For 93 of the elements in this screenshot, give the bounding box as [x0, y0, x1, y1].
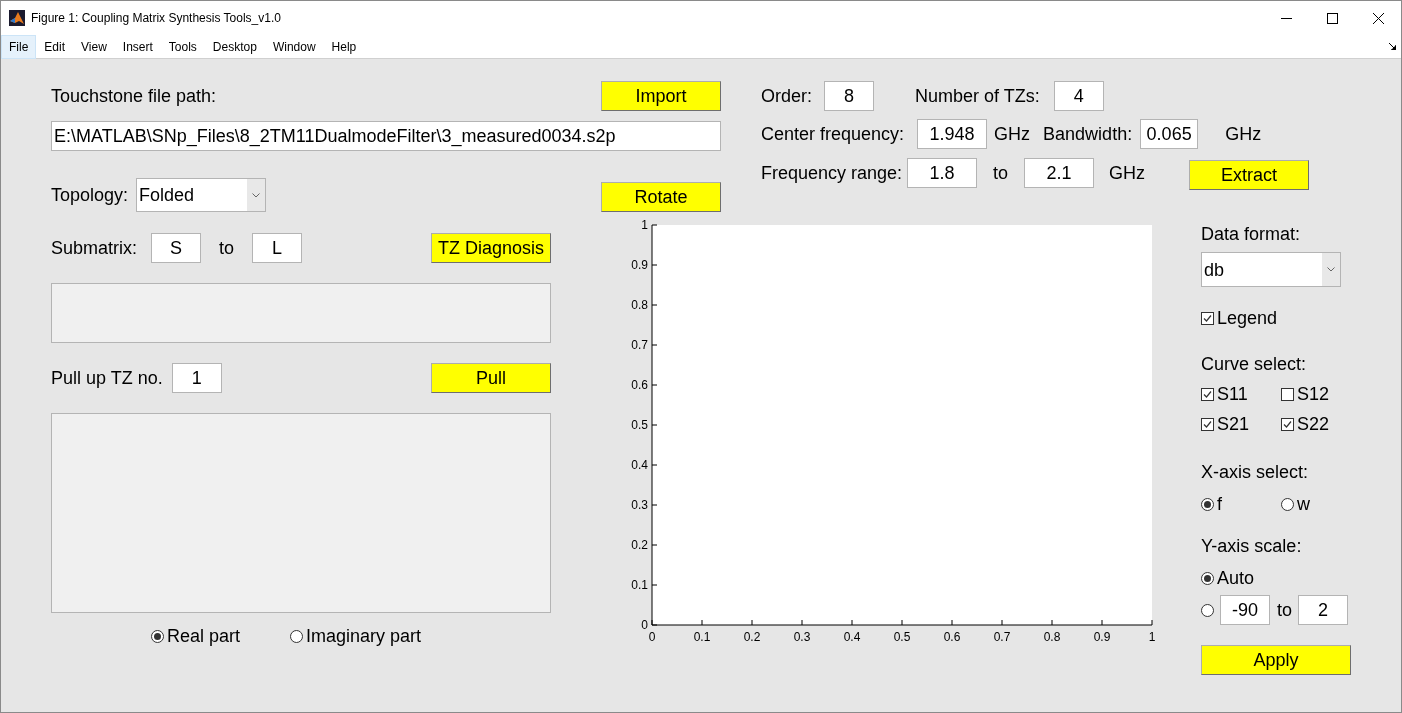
field-label: Topology: — [51, 186, 129, 204]
y-tick-label: 0 — [641, 618, 648, 632]
y-max-field[interactable]: 2 — [1298, 595, 1348, 625]
field-label: Frequency range: — [761, 164, 903, 182]
order-field[interactable]: 8 — [824, 81, 874, 111]
radio-selected-icon[interactable] — [1201, 497, 1214, 511]
field-label: to — [993, 164, 1009, 182]
field-label: Data format: — [1201, 225, 1302, 243]
x-tick-label: 0.3 — [793, 630, 811, 644]
radio-selected-icon[interactable] — [151, 629, 164, 643]
pull-button[interactable]: Pull — [431, 363, 551, 393]
menu-item[interactable]: View — [73, 34, 115, 59]
rotate-button[interactable]: Rotate — [601, 182, 721, 212]
x-tick-label: 0.9 — [1093, 630, 1111, 644]
menu-item[interactable]: Edit — [36, 34, 74, 59]
unit-label: GHz — [1225, 125, 1262, 143]
menu-item[interactable]: Help — [323, 34, 365, 59]
checkbox[interactable]: S12 — [1281, 385, 1351, 403]
checkmark-icon — [1201, 417, 1214, 431]
y-tick-label: 0.9 — [631, 258, 648, 272]
import-button[interactable]: Import — [601, 81, 721, 111]
radio-empty-icon[interactable] — [1281, 497, 1294, 511]
field-label: Order: — [761, 87, 812, 105]
tz-diagnosis-button[interactable]: TZ Diagnosis — [431, 233, 551, 263]
empty-box-icon — [1281, 387, 1294, 401]
y-tick-label: 1 — [641, 218, 648, 232]
data-format-dropdown[interactable]: db — [1201, 252, 1341, 287]
range-end-field[interactable]: 2.1 — [1024, 158, 1095, 188]
menu-item[interactable]: Desktop — [204, 34, 265, 59]
x-tick-label: 0.4 — [843, 630, 861, 644]
field-label: Submatrix: — [51, 239, 138, 257]
radio-empty-icon[interactable] — [1201, 603, 1214, 617]
radio-option[interactable]: Imaginary part — [290, 627, 422, 645]
apply-button[interactable]: Apply — [1201, 645, 1351, 675]
y-tick-label: 0.4 — [631, 458, 648, 472]
field-label: to — [219, 239, 235, 257]
field-label: Bandwidth: — [1043, 125, 1133, 143]
submatrix-start-field[interactable]: S — [151, 233, 202, 263]
radio-option[interactable]: Real part — [151, 627, 241, 645]
window-title: Figure 1: Coupling Matrix Synthesis Tools_v1.0 — [31, 10, 281, 27]
submatrix-end-field[interactable]: L — [252, 233, 303, 263]
x-tick-label: 1 — [1148, 630, 1156, 644]
checkbox[interactable]: S22 — [1281, 415, 1351, 433]
section-label: Y-axis scale: — [1201, 537, 1303, 555]
menu-item[interactable]: Insert — [114, 34, 161, 59]
menu-item[interactable]: Window — [264, 34, 324, 59]
app-logo-icon — [9, 10, 25, 26]
y-tick-label: 0.1 — [631, 578, 648, 592]
x-tick-label: 0.6 — [943, 630, 961, 644]
file-path-field[interactable]: E:\MATLAB\SNp_Files\8_2TM11DualmodeFilter\3_measured0034.s2p — [51, 121, 721, 151]
field-label: Touchstone file path: — [51, 87, 217, 105]
checkbox[interactable]: S11 — [1201, 385, 1281, 403]
x-tick-label: 0.8 — [1043, 630, 1061, 644]
field-label: Number of TZs: — [915, 87, 1040, 105]
y-tick-label: 0.3 — [631, 498, 648, 512]
y-tick-label: 0.7 — [631, 338, 648, 352]
center-frequency-field[interactable]: 1.948 — [917, 119, 988, 149]
radio-option[interactable]: w — [1281, 495, 1351, 513]
x-tick-label: 0.2 — [743, 630, 761, 644]
x-tick-label: 0 — [648, 630, 656, 644]
field-label: Pull up TZ no. — [51, 369, 163, 387]
y-min-field[interactable]: -90 — [1220, 595, 1270, 625]
dock-arrow-icon[interactable] — [1389, 43, 1396, 50]
unit-label: GHz — [1109, 164, 1146, 182]
x-tick-label: 0.1 — [693, 630, 711, 644]
extract-button[interactable]: Extract — [1189, 160, 1310, 190]
radio-option[interactable]: Auto — [1201, 569, 1351, 587]
checkmark-icon — [1281, 417, 1294, 431]
radio-selected-icon[interactable] — [1201, 571, 1214, 585]
unit-label: GHz — [994, 125, 1031, 143]
field-label: to — [1277, 601, 1292, 619]
menu-item[interactable]: File — [1, 34, 37, 59]
x-tick-label: 0.5 — [893, 630, 911, 644]
section-label: Curve select: — [1201, 355, 1308, 373]
bandwidth-field[interactable]: 0.065 — [1140, 119, 1199, 149]
tz-number-field[interactable]: 1 — [171, 363, 222, 393]
menu-item[interactable]: Tools — [160, 34, 205, 59]
checkbox[interactable]: S21 — [1201, 415, 1281, 433]
checkmark-icon — [1201, 311, 1214, 325]
checkbox[interactable]: Legend — [1201, 309, 1351, 327]
y-tick-label: 0.8 — [631, 298, 648, 312]
range-start-field[interactable]: 1.8 — [907, 158, 978, 188]
tz-count-field[interactable]: 4 — [1053, 81, 1104, 111]
topology-dropdown[interactable]: Folded — [136, 178, 267, 212]
radio-option[interactable]: f — [1201, 495, 1281, 513]
y-tick-label: 0.6 — [631, 378, 648, 392]
section-label: X-axis select: — [1201, 463, 1310, 481]
x-tick-label: 0.7 — [993, 630, 1011, 644]
y-tick-label: 0.2 — [631, 538, 648, 552]
radio-empty-icon[interactable] — [290, 629, 304, 643]
checkmark-icon — [1201, 387, 1214, 401]
y-tick-label: 0.5 — [631, 418, 648, 432]
field-label: Center frequency: — [761, 125, 905, 143]
